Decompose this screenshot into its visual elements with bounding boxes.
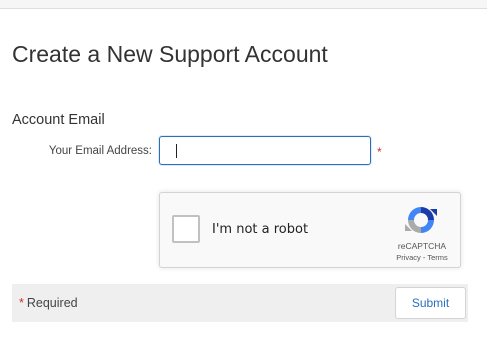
section-label-account-email: Account Email bbox=[12, 112, 105, 128]
recaptcha-checkbox[interactable] bbox=[172, 215, 200, 243]
recaptcha-widget: I'm not a robot reCAPTCHA Privacy - Term… bbox=[159, 192, 461, 268]
recaptcha-links[interactable]: Privacy - Terms bbox=[386, 253, 458, 262]
required-marker: * bbox=[377, 145, 382, 159]
recaptcha-label: I'm not a robot bbox=[212, 222, 309, 237]
recaptcha-logo-icon bbox=[405, 207, 437, 233]
required-legend: * Required bbox=[19, 296, 78, 310]
text-cursor bbox=[176, 144, 177, 158]
required-legend-star: * bbox=[19, 296, 24, 310]
email-field[interactable] bbox=[159, 136, 371, 165]
page-title: Create a New Support Account bbox=[12, 41, 328, 67]
form-footer: * Required Submit bbox=[12, 284, 468, 322]
required-legend-text: Required bbox=[26, 296, 78, 310]
submit-button[interactable]: Submit bbox=[395, 287, 466, 319]
email-field-label: Your Email Address: bbox=[48, 145, 152, 157]
email-input[interactable] bbox=[160, 137, 370, 164]
recaptcha-brand: reCAPTCHA bbox=[397, 241, 447, 251]
page-content: Create a New Support Account Account Ema… bbox=[0, 9, 487, 355]
top-bar bbox=[0, 0, 487, 9]
